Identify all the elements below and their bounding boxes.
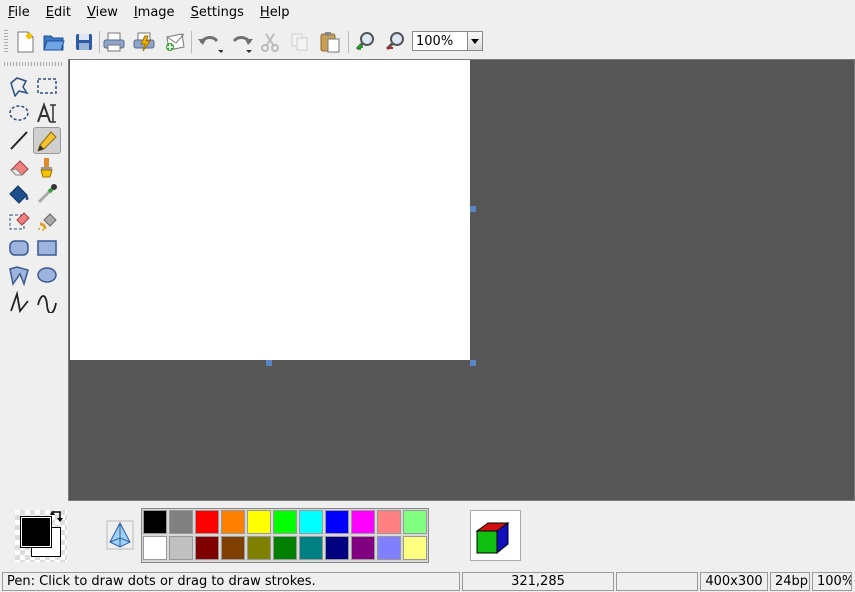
status-coordinates: 321,285	[462, 572, 614, 591]
line-icon[interactable]	[6, 127, 32, 153]
palette-swatch[interactable]	[247, 536, 271, 560]
palette-swatch[interactable]	[143, 536, 167, 560]
status-message: Pen: Click to draw dots or drag to draw …	[2, 572, 460, 591]
color-picker-icon[interactable]	[34, 181, 60, 207]
palette-swatch[interactable]	[299, 510, 323, 534]
palette-swatch[interactable]	[299, 536, 323, 560]
open-folder-icon[interactable]	[41, 29, 67, 55]
zoom-out-icon[interactable]	[383, 29, 409, 55]
pyramid-icon[interactable]	[106, 520, 134, 550]
curve-icon[interactable]	[34, 289, 60, 315]
save-disk-icon[interactable]	[71, 29, 97, 55]
resize-handle-corner[interactable]	[470, 360, 476, 366]
palette-swatch[interactable]	[195, 536, 219, 560]
menu-settings-label: ettings	[198, 5, 244, 20]
rounded-rect-icon[interactable]	[6, 235, 32, 261]
palette-swatch[interactable]	[221, 536, 245, 560]
print-icon[interactable]	[101, 29, 127, 55]
toolbar-separator	[348, 31, 349, 53]
text-icon[interactable]	[34, 100, 60, 126]
palette-swatch[interactable]	[351, 510, 375, 534]
palette-swatch[interactable]	[221, 510, 245, 534]
drawing-canvas[interactable]	[70, 60, 470, 360]
ellipse-icon[interactable]	[34, 262, 60, 288]
menu-view-mnemonic: V	[86, 5, 96, 20]
menu-help-label: elp	[269, 5, 290, 20]
palette-swatch[interactable]	[195, 510, 219, 534]
palette-swatch[interactable]	[325, 510, 349, 534]
toolbar-grip[interactable]	[4, 30, 8, 54]
palette-swatch[interactable]	[403, 510, 427, 534]
cube-icon	[475, 522, 510, 555]
redo-icon[interactable]	[228, 29, 254, 55]
color-eraser-icon[interactable]	[6, 208, 32, 234]
foreground-color-swatch[interactable]	[20, 516, 52, 548]
rect-select-icon[interactable]	[34, 73, 60, 99]
print-preview-icon[interactable]	[131, 29, 157, 55]
menu-settings[interactable]: Settings	[183, 0, 252, 25]
palette-swatch[interactable]	[325, 536, 349, 560]
palette-swatch[interactable]	[273, 510, 297, 534]
new-file-icon[interactable]	[12, 29, 38, 55]
palette-swatch[interactable]	[377, 510, 401, 534]
menu-image-label: mage	[137, 5, 175, 20]
menu-view-label: iew	[95, 5, 118, 20]
menu-view[interactable]: View	[79, 0, 126, 25]
ellipse-select-icon[interactable]	[6, 100, 32, 126]
3d-cube-preview[interactable]	[470, 510, 521, 561]
palette-swatch[interactable]	[377, 536, 401, 560]
zoom-in-icon[interactable]	[353, 29, 379, 55]
menu-edit-mnemonic: E	[45, 5, 54, 20]
undo-icon[interactable]	[197, 29, 223, 55]
copy-icon[interactable]	[287, 29, 313, 55]
chevron-down-icon	[471, 38, 479, 44]
toolbar-separator	[191, 31, 192, 53]
menu-help-mnemonic: H	[259, 5, 270, 20]
airbrush-icon[interactable]	[34, 208, 60, 234]
menu-edit-label: dit	[54, 5, 71, 20]
menu-settings-mnemonic: S	[190, 5, 199, 20]
email-icon[interactable]	[161, 29, 187, 55]
zoom-input[interactable]: 100%	[412, 31, 468, 51]
pen-icon[interactable]	[33, 127, 61, 154]
rectangle-icon[interactable]	[34, 235, 60, 261]
free-select-icon[interactable]	[6, 73, 32, 99]
toolbar-separator	[99, 31, 100, 53]
menu-help[interactable]: Help	[252, 0, 298, 25]
polygon-icon[interactable]	[6, 262, 32, 288]
resize-handle-right[interactable]	[470, 206, 476, 212]
menu-edit[interactable]: Edit	[38, 0, 79, 25]
cut-icon[interactable]	[257, 29, 283, 55]
eraser-icon[interactable]	[6, 154, 32, 180]
fill-icon[interactable]	[6, 181, 32, 207]
status-selection-size	[616, 572, 698, 591]
color-palette	[141, 508, 429, 563]
palette-swatch[interactable]	[351, 536, 375, 560]
menu-file-label: ile	[14, 5, 30, 20]
status-bar: Pen: Click to draw dots or drag to draw …	[0, 571, 855, 591]
toolbox-grip[interactable]	[4, 62, 62, 66]
paste-icon[interactable]	[317, 29, 343, 55]
resize-handle-bottom[interactable]	[266, 360, 272, 366]
palette-swatch[interactable]	[143, 510, 167, 534]
palette-swatch[interactable]	[273, 536, 297, 560]
palette-swatch[interactable]	[169, 510, 193, 534]
polyline-icon[interactable]	[6, 289, 32, 315]
status-color-depth: 24bpp	[770, 572, 810, 591]
swap-colors-icon[interactable]	[50, 510, 66, 526]
menu-bar: File Edit View Image Settings Help	[0, 0, 855, 25]
palette-swatch[interactable]	[169, 536, 193, 560]
status-zoom: 100%	[812, 572, 852, 591]
menu-image[interactable]: Image	[126, 0, 183, 25]
palette-swatch[interactable]	[247, 510, 271, 534]
menu-file[interactable]: File	[0, 0, 38, 25]
palette-swatch[interactable]	[403, 536, 427, 560]
zoom-dropdown-button[interactable]	[467, 31, 483, 51]
status-image-size: 400x300	[700, 572, 768, 591]
brush-icon[interactable]	[34, 154, 60, 180]
